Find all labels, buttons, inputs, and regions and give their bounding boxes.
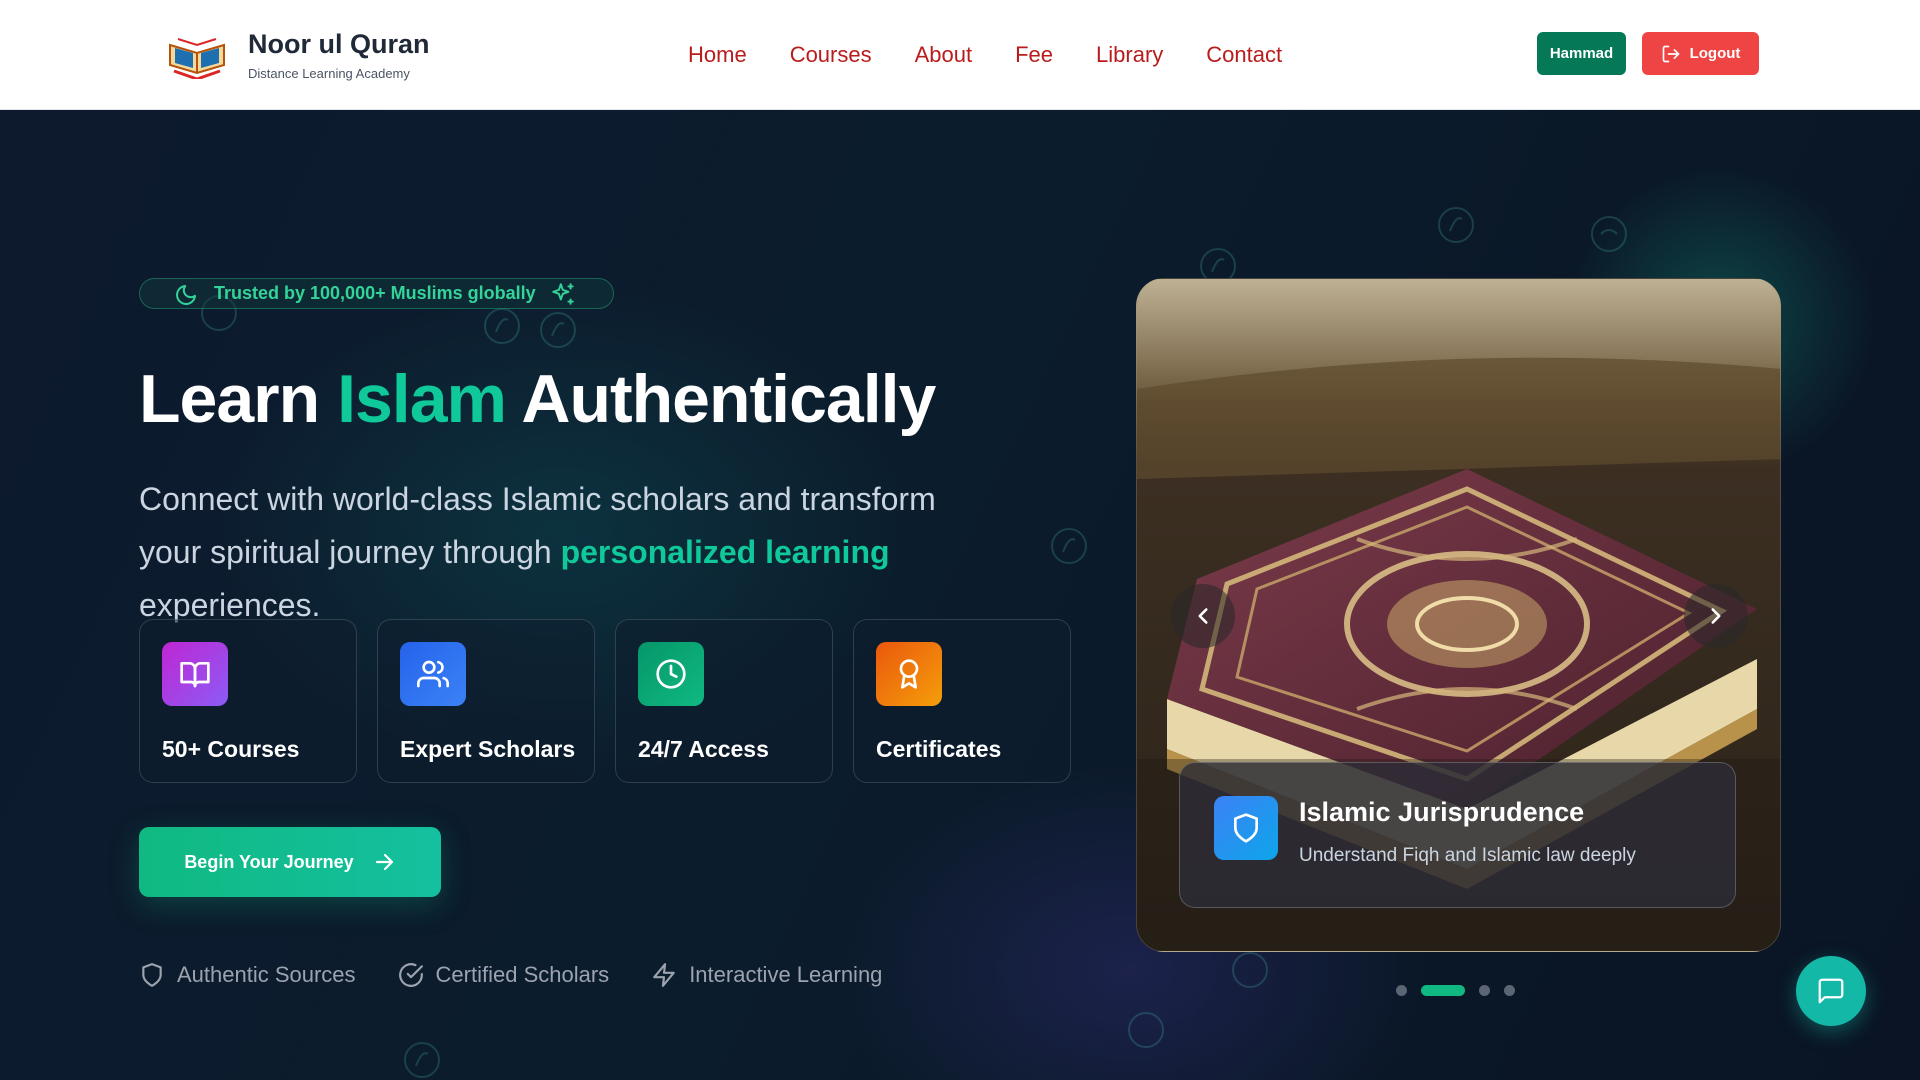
nav-library[interactable]: Library — [1096, 40, 1163, 70]
chevron-left-icon — [1198, 608, 1208, 624]
feature-card-courses: 50+ Courses — [139, 619, 357, 783]
badge-certified-scholars: Certified Scholars — [398, 962, 610, 988]
begin-journey-button[interactable]: Begin Your Journey — [139, 827, 441, 897]
brand[interactable]: Noor ul Quran Distance Learning Academy — [166, 28, 430, 81]
decorative-leaf-icon — [540, 312, 576, 348]
user-profile-button[interactable]: Hammad — [1537, 32, 1626, 75]
feature-label: 50+ Courses — [162, 736, 300, 762]
chat-bubble-icon — [1818, 978, 1844, 1004]
slide-title: Islamic Jurisprudence — [1299, 797, 1585, 827]
badge-authentic-sources: Authentic Sources — [139, 962, 356, 988]
lead-accent: personalized learning — [560, 534, 890, 570]
headline-part2: Authentically — [521, 361, 936, 437]
carousel-dot[interactable] — [1504, 985, 1515, 996]
trust-text: Trusted by 100,000+ Muslims globally — [214, 283, 536, 303]
decorative-leaf-icon — [1051, 528, 1087, 564]
carousel-caption-card: Islamic Jurisprudence Understand Fiqh an… — [1179, 762, 1736, 908]
logout-label: Logout — [1689, 45, 1741, 62]
user-name-label: Hammad — [1549, 45, 1614, 62]
lead-part2: experiences. — [139, 587, 321, 623]
shield-icon — [142, 963, 162, 987]
carousel-dot[interactable] — [1479, 985, 1490, 996]
sparkles-icon — [551, 282, 574, 305]
carousel-prev-button[interactable] — [1171, 584, 1235, 648]
brand-subtitle: Distance Learning Academy — [248, 66, 410, 81]
feature-label: Expert Scholars — [400, 736, 576, 762]
carousel-indicators — [1396, 985, 1515, 996]
decorative-leaf-icon — [1438, 207, 1474, 243]
feature-card-scholars: Expert Scholars — [377, 619, 595, 783]
carousel-next-button[interactable] — [1684, 584, 1748, 648]
nav-contact[interactable]: Contact — [1206, 40, 1282, 70]
cta-label: Begin Your Journey — [184, 851, 354, 872]
carousel-dot-active[interactable] — [1421, 985, 1465, 996]
award-icon — [876, 642, 942, 706]
headline-part1: Learn — [139, 361, 320, 437]
quran-book-logo — [169, 37, 225, 79]
nav-courses[interactable]: Courses — [790, 40, 872, 70]
trust-badges-row: Authentic Sources Certified Scholars Int… — [139, 962, 882, 988]
moon-icon — [176, 285, 196, 305]
feature-card-certificates: Certificates — [853, 619, 1071, 783]
decorative-leaf-icon — [484, 308, 520, 344]
chat-button[interactable] — [1796, 956, 1866, 1026]
chevron-right-icon — [1711, 608, 1721, 624]
hero-lead: Connect with world-class Islamic scholar… — [139, 473, 999, 632]
hero-headline: Learn Islam Authentically — [139, 360, 936, 438]
check-circle-icon — [398, 963, 423, 987]
feature-card-access: 24/7 Access — [615, 619, 833, 783]
nav-fee[interactable]: Fee — [1015, 40, 1053, 70]
logout-icon — [1662, 45, 1679, 62]
decorative-leaf-icon — [1591, 216, 1627, 252]
decorative-leaf-icon — [404, 1042, 440, 1078]
nav-about[interactable]: About — [915, 40, 973, 70]
feature-label: 24/7 Access — [638, 736, 769, 762]
decorative-leaf-icon — [1128, 1012, 1164, 1048]
logout-button[interactable]: Logout — [1642, 32, 1759, 75]
feature-label: Certificates — [876, 736, 1002, 762]
nav-home[interactable]: Home — [688, 40, 747, 70]
badge-label: Authentic Sources — [177, 962, 356, 987]
brand-title: Noor ul Quran — [248, 29, 430, 59]
main-nav: Home Courses About Fee Library Contact — [688, 40, 1282, 70]
badge-label: Certified Scholars — [435, 962, 610, 987]
site-header: Noor ul Quran Distance Learning Academy … — [0, 0, 1920, 110]
badge-label: Interactive Learning — [689, 962, 883, 987]
shield-icon — [1214, 796, 1278, 860]
arrow-right-icon — [375, 853, 393, 871]
headline-accent: Islam — [337, 361, 507, 437]
slide-subtitle: Understand Fiqh and Islamic law deeply — [1299, 845, 1636, 866]
clock-icon — [638, 642, 704, 706]
trust-badge: Trusted by 100,000+ Muslims globally — [139, 278, 614, 309]
users-icon — [400, 642, 466, 706]
lightning-icon — [653, 963, 676, 987]
decorative-leaf-icon — [1232, 952, 1268, 988]
book-open-icon — [162, 642, 228, 706]
badge-interactive-learning: Interactive Learning — [651, 962, 882, 988]
carousel-dot[interactable] — [1396, 985, 1407, 996]
